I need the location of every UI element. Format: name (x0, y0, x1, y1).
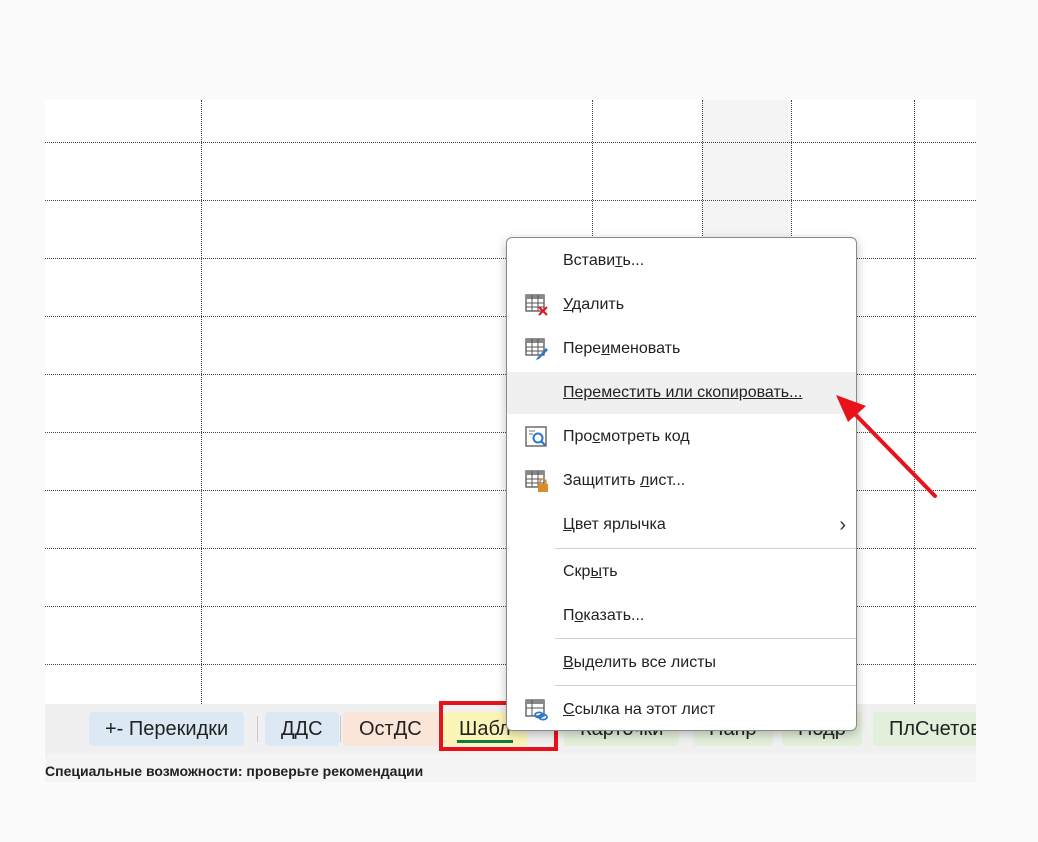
annotation-arrow (836, 395, 937, 498)
